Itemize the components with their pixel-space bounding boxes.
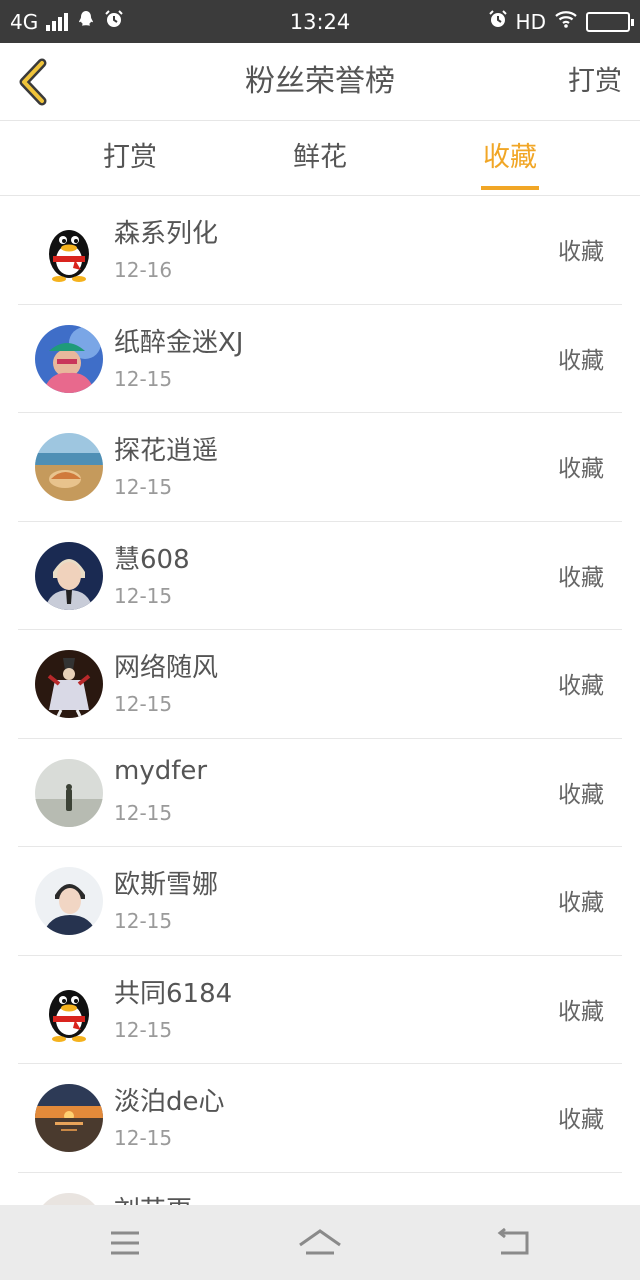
back-nav-button[interactable] [485, 1219, 545, 1267]
fan-name: 共同6184 [114, 978, 233, 1009]
status-bar: 4G 13:24 HD [0, 0, 640, 43]
fan-date: 12-15 [114, 1017, 173, 1042]
home-icon [299, 1229, 341, 1255]
tab-bar: 打赏 鲜花 收藏 [0, 121, 640, 196]
tab-favorites[interactable]: 收藏 [450, 121, 570, 196]
home-button[interactable] [290, 1219, 350, 1267]
return-icon [497, 1227, 529, 1255]
reward-button[interactable]: 打赏 [568, 43, 622, 121]
fan-name: 慧608 [114, 544, 190, 575]
fan-date: 12-16 [114, 258, 173, 282]
qq-penguin-avatar [35, 216, 103, 284]
young-man-avatar [35, 867, 103, 935]
tab-flowers[interactable]: 鲜花 [260, 121, 380, 196]
fan-name: 淡泊de心 [114, 1087, 225, 1117]
fan-list[interactable]: 森系列化 12-16 收藏 纸醉金迷XJ 12-15 收藏 探花逍遥 12-15… [0, 196, 640, 1205]
favorite-label: 收藏 [558, 781, 604, 808]
list-item[interactable]: 网络随风 12-15 收藏 [0, 630, 640, 739]
tab-label: 打赏 [103, 142, 157, 173]
status-right: HD [488, 0, 634, 43]
list-item[interactable]: mydfer 12-15 收藏 [0, 739, 640, 848]
qq-penguin-avatar [35, 975, 103, 1044]
page-title: 粉丝荣誉榜 [245, 64, 395, 99]
woman-avatar [35, 1192, 103, 1205]
fan-date: 12-15 [114, 1126, 173, 1150]
person-cap-avatar [35, 324, 103, 393]
tab-label: 鲜花 [293, 142, 347, 173]
foggy-figure-avatar [35, 758, 103, 827]
battery-icon [586, 11, 634, 32]
tab-label: 收藏 [483, 142, 537, 173]
fan-name: mydfer [114, 755, 208, 786]
list-item[interactable]: 探花逍遥 12-15 收藏 [0, 413, 640, 522]
favorite-label: 收藏 [558, 890, 604, 916]
fan-name: 网络随风 [114, 653, 219, 683]
favorite-label: 收藏 [558, 998, 604, 1025]
list-item[interactable]: 慧608 12-15 收藏 [0, 522, 640, 631]
fan-date: 12-15 [114, 692, 173, 716]
tab-reward[interactable]: 打赏 [70, 121, 190, 196]
list-item[interactable]: 森系列化 12-16 收藏 [0, 196, 640, 305]
beach-shell-avatar [35, 433, 103, 501]
list-item[interactable]: 共同6184 12-15 收藏 [0, 956, 640, 1065]
fan-name: 探花逍遥 [114, 436, 219, 466]
fan-date: 12-15 [114, 366, 173, 391]
anime-character-avatar [35, 650, 103, 718]
sunset-sea-avatar [35, 1084, 103, 1152]
fan-name: 森系列化 [114, 219, 219, 249]
fan-name: 纸醉金迷XJ [114, 327, 244, 358]
fan-date: 12-15 [114, 909, 173, 933]
list-item[interactable]: 淡泊de心 12-15 收藏 [0, 1064, 640, 1173]
fan-name: 欧斯雪娜 [114, 870, 219, 900]
list-item[interactable]: 纸醉金迷XJ 12-15 收藏 [0, 305, 640, 414]
list-item[interactable]: 刘艺更 [0, 1173, 640, 1206]
fan-date: 12-15 [114, 583, 173, 608]
favorite-label: 收藏 [558, 347, 604, 374]
favorite-label: 收藏 [558, 239, 604, 265]
favorite-label: 收藏 [558, 456, 604, 482]
list-item[interactable]: 欧斯雪娜 12-15 收藏 [0, 847, 640, 956]
active-tab-indicator [481, 186, 539, 190]
alarm-icon [488, 9, 508, 34]
fan-date: 12-15 [114, 800, 173, 825]
fan-date: 12-15 [114, 475, 173, 499]
favorite-label: 收藏 [558, 673, 604, 699]
app-header: 粉丝荣誉榜 打赏 [0, 43, 640, 121]
menu-icon [111, 1231, 139, 1255]
fan-name: 刘艺更 [114, 1190, 192, 1206]
wifi-icon [554, 9, 578, 34]
person-suit-avatar [35, 541, 103, 610]
menu-button[interactable] [95, 1219, 155, 1267]
favorite-label: 收藏 [558, 564, 604, 591]
system-nav-bar [0, 1205, 640, 1280]
favorite-label: 收藏 [558, 1107, 604, 1133]
hd-indicator: HD [515, 9, 546, 34]
